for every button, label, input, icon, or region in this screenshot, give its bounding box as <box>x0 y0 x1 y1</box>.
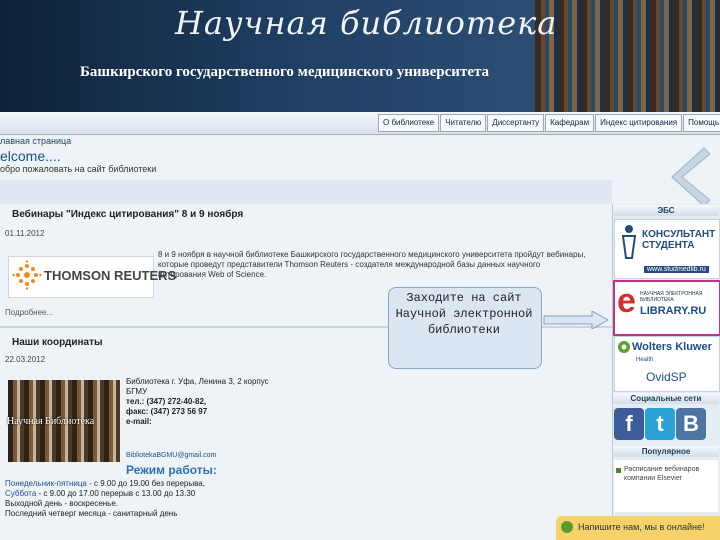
chat-bar-text[interactable]: Напишите нам, мы в онлайне! <box>578 522 705 532</box>
chat-status-icon <box>561 521 573 533</box>
hours-time: Последний четверг месяца - санитарный де… <box>5 509 178 518</box>
hours-day[interactable]: Понедельник-пятница <box>5 479 87 488</box>
bullet-icon <box>616 468 621 473</box>
read-more-link[interactable]: Подробнее... <box>5 308 53 317</box>
wolters-kluwer-health: Health <box>636 357 654 363</box>
nav-help[interactable]: Помощь <box>683 114 720 132</box>
consultant-url: www.studmedlib.ru <box>644 266 709 273</box>
webinar-title[interactable]: Вебинары "Индекс цитирования" 8 и 9 нояб… <box>12 209 243 220</box>
elibrary-tagline: НАУЧНАЯ ЭЛЕКТРОННАЯ БИБЛИОТЕКА <box>640 291 703 303</box>
consultant-student-text: КОНСУЛЬТАНТ СТУДЕНТА <box>642 229 715 251</box>
hours-time: Выходной день - воскресенье. <box>5 499 119 508</box>
webinar-text: 8 и 9 ноября в научной библиотеке Башкир… <box>158 250 586 279</box>
sidebar-heading-popular: Популярное <box>613 446 719 457</box>
sidebar-heading-social: Социальные сети <box>613 393 719 404</box>
hours-row: Последний четверг месяца - санитарный де… <box>5 509 565 519</box>
thomson-reuters-mark-icon <box>12 260 42 290</box>
nav-departments[interactable]: Кафедрам <box>545 114 595 132</box>
hours-row: Суббота - с 9.00 до 17.00 перерыв с 13.0… <box>5 489 565 499</box>
nav-reader[interactable]: Читателю <box>440 114 487 132</box>
facebook-icon[interactable]: f <box>614 408 644 440</box>
consultant-line: КОНСУЛЬТАНТ <box>642 229 716 240</box>
welcome-title: elcome.... <box>0 148 61 164</box>
sidebar-heading-ebs: ЭБС <box>613 205 719 216</box>
email-link[interactable]: BibliotekaBGMU@gmail.com <box>126 452 216 459</box>
student-line: СТУДЕНТА <box>642 240 695 251</box>
hours-title: Режим работы: <box>126 463 217 477</box>
chevron-left-icon[interactable] <box>664 146 710 208</box>
hours-time: - с 9.00 до 17.00 перерыв с 13.00 до 13.… <box>36 489 196 498</box>
wolters-kluwer-logo-icon <box>618 341 630 353</box>
webinar-date: 01.11.2012 <box>5 229 45 238</box>
site-title: Научная библиотека <box>175 4 558 42</box>
section-divider <box>0 180 612 204</box>
wolters-kluwer-name: Wolters Kluwer <box>632 341 712 353</box>
nav-citation-index[interactable]: Индекс цитирования <box>595 114 683 132</box>
site-subtitle: Башкирского государственного медицинског… <box>80 64 490 80</box>
hours-day[interactable]: Суббота <box>5 489 36 498</box>
hours-list: Понедельник-пятница - с 9.00 до 19.00 бе… <box>5 479 565 519</box>
library-photo-label: Научная Библиотека <box>7 416 95 427</box>
contact-info: Библиотека г. Уфа, Ленина 3, 2 корпус БГ… <box>126 377 276 427</box>
hours-row: Понедельник-пятница - с 9.00 до 19.00 бе… <box>5 479 565 489</box>
elibrary-e-icon: e <box>617 282 636 320</box>
contacts-date: 22.03.2012 <box>5 355 46 364</box>
hours-time: - с 9.00 до 19.00 без перерыва, <box>86 479 205 488</box>
ovidsp-name: OvidSP <box>646 370 687 384</box>
nav-about[interactable]: О библиотеке <box>378 114 440 132</box>
thomson-reuters-logo-text: THOMSON REUTERS <box>44 268 177 283</box>
phone: тел.: (347) 272-40-82, <box>126 397 207 406</box>
fax: факс: (347) 273 56 97 <box>126 407 208 416</box>
breadcrumb[interactable]: лавная страница <box>0 136 71 146</box>
email-label: e-mail: <box>126 417 152 426</box>
person-icon <box>621 225 637 259</box>
callout-text: Заходите на сайт Научной электронной биб… <box>395 291 533 337</box>
hours-row: Выходной день - воскресенье. <box>5 499 565 509</box>
elibrary-name: LIBRARY.RU <box>640 305 707 317</box>
contacts-title[interactable]: Наши координаты <box>12 337 103 348</box>
address: Библиотека г. Уфа, Ленина 3, 2 корпус БГ… <box>126 377 269 396</box>
twitter-icon[interactable]: t <box>645 408 675 440</box>
welcome-subtitle: обро пожаловать на сайт библиотеки <box>0 164 157 174</box>
bookshelf-photo <box>535 0 720 112</box>
arrow-right-icon <box>543 311 610 329</box>
nav-dissertant[interactable]: Диссертанту <box>487 114 545 132</box>
vkontakte-icon[interactable]: B <box>676 408 706 440</box>
popular-item[interactable]: Расписание вебинаров компании Elsevier <box>624 465 714 483</box>
main-nav: О библиотеке Читателю Диссертанту Кафедр… <box>378 114 720 132</box>
